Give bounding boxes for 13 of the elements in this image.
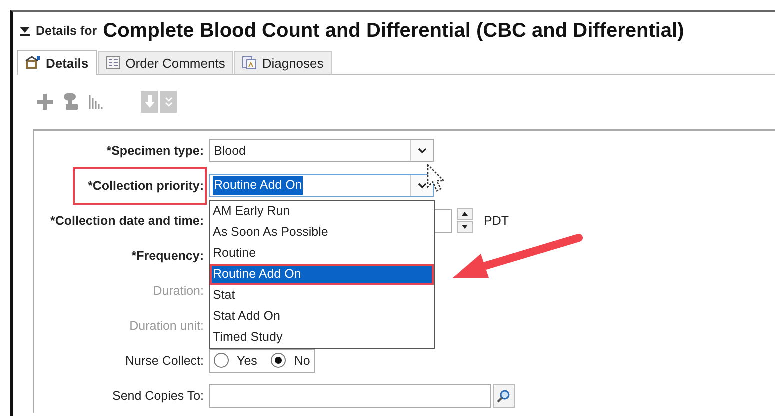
time-zone-label: PDT [484,214,509,228]
field-label: *Frequency: [132,248,204,262]
radio-label: No [294,354,310,368]
field-label: Duration unit: [130,318,204,332]
field-label: Send Copies To: [112,388,204,402]
details-for-label: Details for [36,24,98,38]
field-label: *Collection priority: [88,178,204,192]
field-label: *Specimen type: [106,144,204,158]
order-title: Complete Blood Count and Differential (CBC and Differential) [103,20,684,42]
field-label: *Collection date and time: [50,214,204,228]
radio-label: Yes [237,354,258,368]
field-label: Duration: [153,284,204,298]
field-label: Nurse Collect: [126,354,204,368]
